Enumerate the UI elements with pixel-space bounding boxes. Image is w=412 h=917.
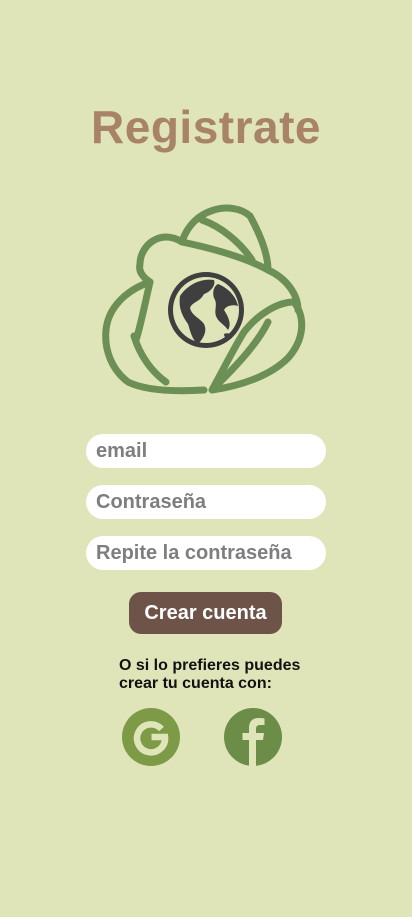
recycle-globe-logo (102, 204, 306, 395)
google-signup-button[interactable] (122, 708, 180, 766)
password-field[interactable] (86, 485, 326, 519)
google-icon (133, 721, 169, 756)
facebook-icon (242, 718, 265, 766)
page-title: Registrate (91, 101, 321, 153)
facebook-signup-button[interactable] (224, 708, 282, 766)
social-signup-line-2: crear tu cuenta con: (119, 675, 272, 692)
social-signup-text: O si lo prefieres puedes crear tu cuenta… (119, 657, 309, 693)
repeat-password-field[interactable] (86, 536, 326, 570)
social-signup-line-1: O si lo prefieres puedes (119, 657, 301, 674)
create-account-button[interactable]: Crear cuenta (129, 592, 282, 634)
email-field[interactable] (86, 434, 326, 468)
